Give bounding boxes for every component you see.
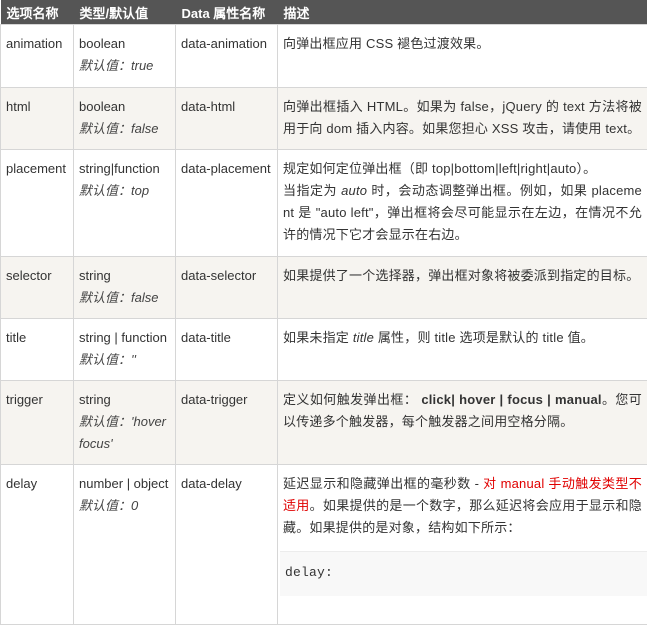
table-header-row: 选项名称 类型/默认值 Data 属性名称 描述 [1,0,647,25]
table-row: trigger string 默认值：'hover focus' data-tr… [1,381,647,465]
option-name: title [1,319,74,381]
option-type-cell: boolean 默认值：true [74,25,176,88]
table-row: selector string 默认值：false data-selector … [1,257,647,319]
option-default: 默认值：false [79,287,170,309]
option-data-attribute: data-placement [176,150,278,257]
option-type: boolean [79,36,125,51]
option-type-cell: string | function 默认值：'' [74,319,176,381]
header-description: 描述 [278,0,647,25]
option-data-attribute: data-animation [176,25,278,88]
description-text: 延迟显示和隐藏弹出框的毫秒数 - [283,476,483,491]
option-data-attribute: data-title [176,319,278,381]
option-type: string | function [79,330,167,345]
option-type-cell: string 默认值：false [74,257,176,319]
description-text: 定义如何触发弹出框： [283,392,421,407]
option-default: 默认值：'' [79,349,170,371]
option-type: number | object [79,476,168,491]
description-emphasis: auto [341,183,367,198]
header-type-default: 类型/默认值 [74,0,176,25]
table-row: html boolean 默认值：false data-html 向弹出框插入 … [1,88,647,150]
description-strong: click| hover | focus | manual [421,392,601,407]
description-text: 属性，则 title 选项是默认的 title 值。 [374,330,594,345]
option-type-cell: string|function 默认值：top [74,150,176,257]
option-default: 默认值：true [79,55,170,77]
description-text: 。如果提供的是一个数字，那么延迟将会应用于显示和隐藏。如果提供的是对象，结构如下… [283,498,642,535]
description-line: 规定如何定位弹出框（即 top|bottom|left|right|auto）。 [283,161,596,176]
option-name: selector [1,257,74,319]
option-default: 默认值：'hover focus' [79,411,170,455]
option-type: string|function [79,161,160,176]
table-row: placement string|function 默认值：top data-p… [1,150,647,257]
option-name: animation [1,25,74,88]
options-table: 选项名称 类型/默认值 Data 属性名称 描述 animation boole… [0,0,647,625]
option-data-attribute: data-delay [176,465,278,625]
option-description: 向弹出框应用 CSS 褪色过渡效果。 [278,25,647,88]
option-default: 默认值：false [79,118,170,140]
option-name: delay [1,465,74,625]
option-type: string [79,268,111,283]
option-description: 延迟显示和隐藏弹出框的毫秒数 - 对 manual 手动触发类型不适用。如果提供… [278,465,647,625]
option-data-attribute: data-trigger [176,381,278,465]
option-data-attribute: data-selector [176,257,278,319]
option-default: 默认值：0 [79,495,170,517]
header-option-name: 选项名称 [1,0,74,25]
option-type: boolean [79,99,125,114]
option-default: 默认值：top [79,180,170,202]
option-type-cell: boolean 默认值：false [74,88,176,150]
description-emphasis: title [353,330,374,345]
table-row: title string | function 默认值：'' data-titl… [1,319,647,381]
option-data-attribute: data-html [176,88,278,150]
option-type-cell: number | object 默认值：0 [74,465,176,625]
option-name: placement [1,150,74,257]
code-block: delay: [280,551,647,596]
header-data-attribute: Data 属性名称 [176,0,278,25]
option-name: html [1,88,74,150]
option-description: 定义如何触发弹出框： click| hover | focus | manual… [278,381,647,465]
table-row: animation boolean 默认值：true data-animatio… [1,25,647,88]
option-description: 向弹出框插入 HTML。如果为 false，jQuery 的 text 方法将被… [278,88,647,150]
description-text: 如果未指定 [283,330,353,345]
option-type-cell: string 默认值：'hover focus' [74,381,176,465]
option-type: string [79,392,111,407]
option-description: 如果提供了一个选择器，弹出框对象将被委派到指定的目标。 [278,257,647,319]
option-description: 如果未指定 title 属性，则 title 选项是默认的 title 值。 [278,319,647,381]
option-name: trigger [1,381,74,465]
table-row: delay number | object 默认值：0 data-delay 延… [1,465,647,625]
description-text: 当指定为 [283,183,341,198]
option-description: 规定如何定位弹出框（即 top|bottom|left|right|auto）。… [278,150,647,257]
